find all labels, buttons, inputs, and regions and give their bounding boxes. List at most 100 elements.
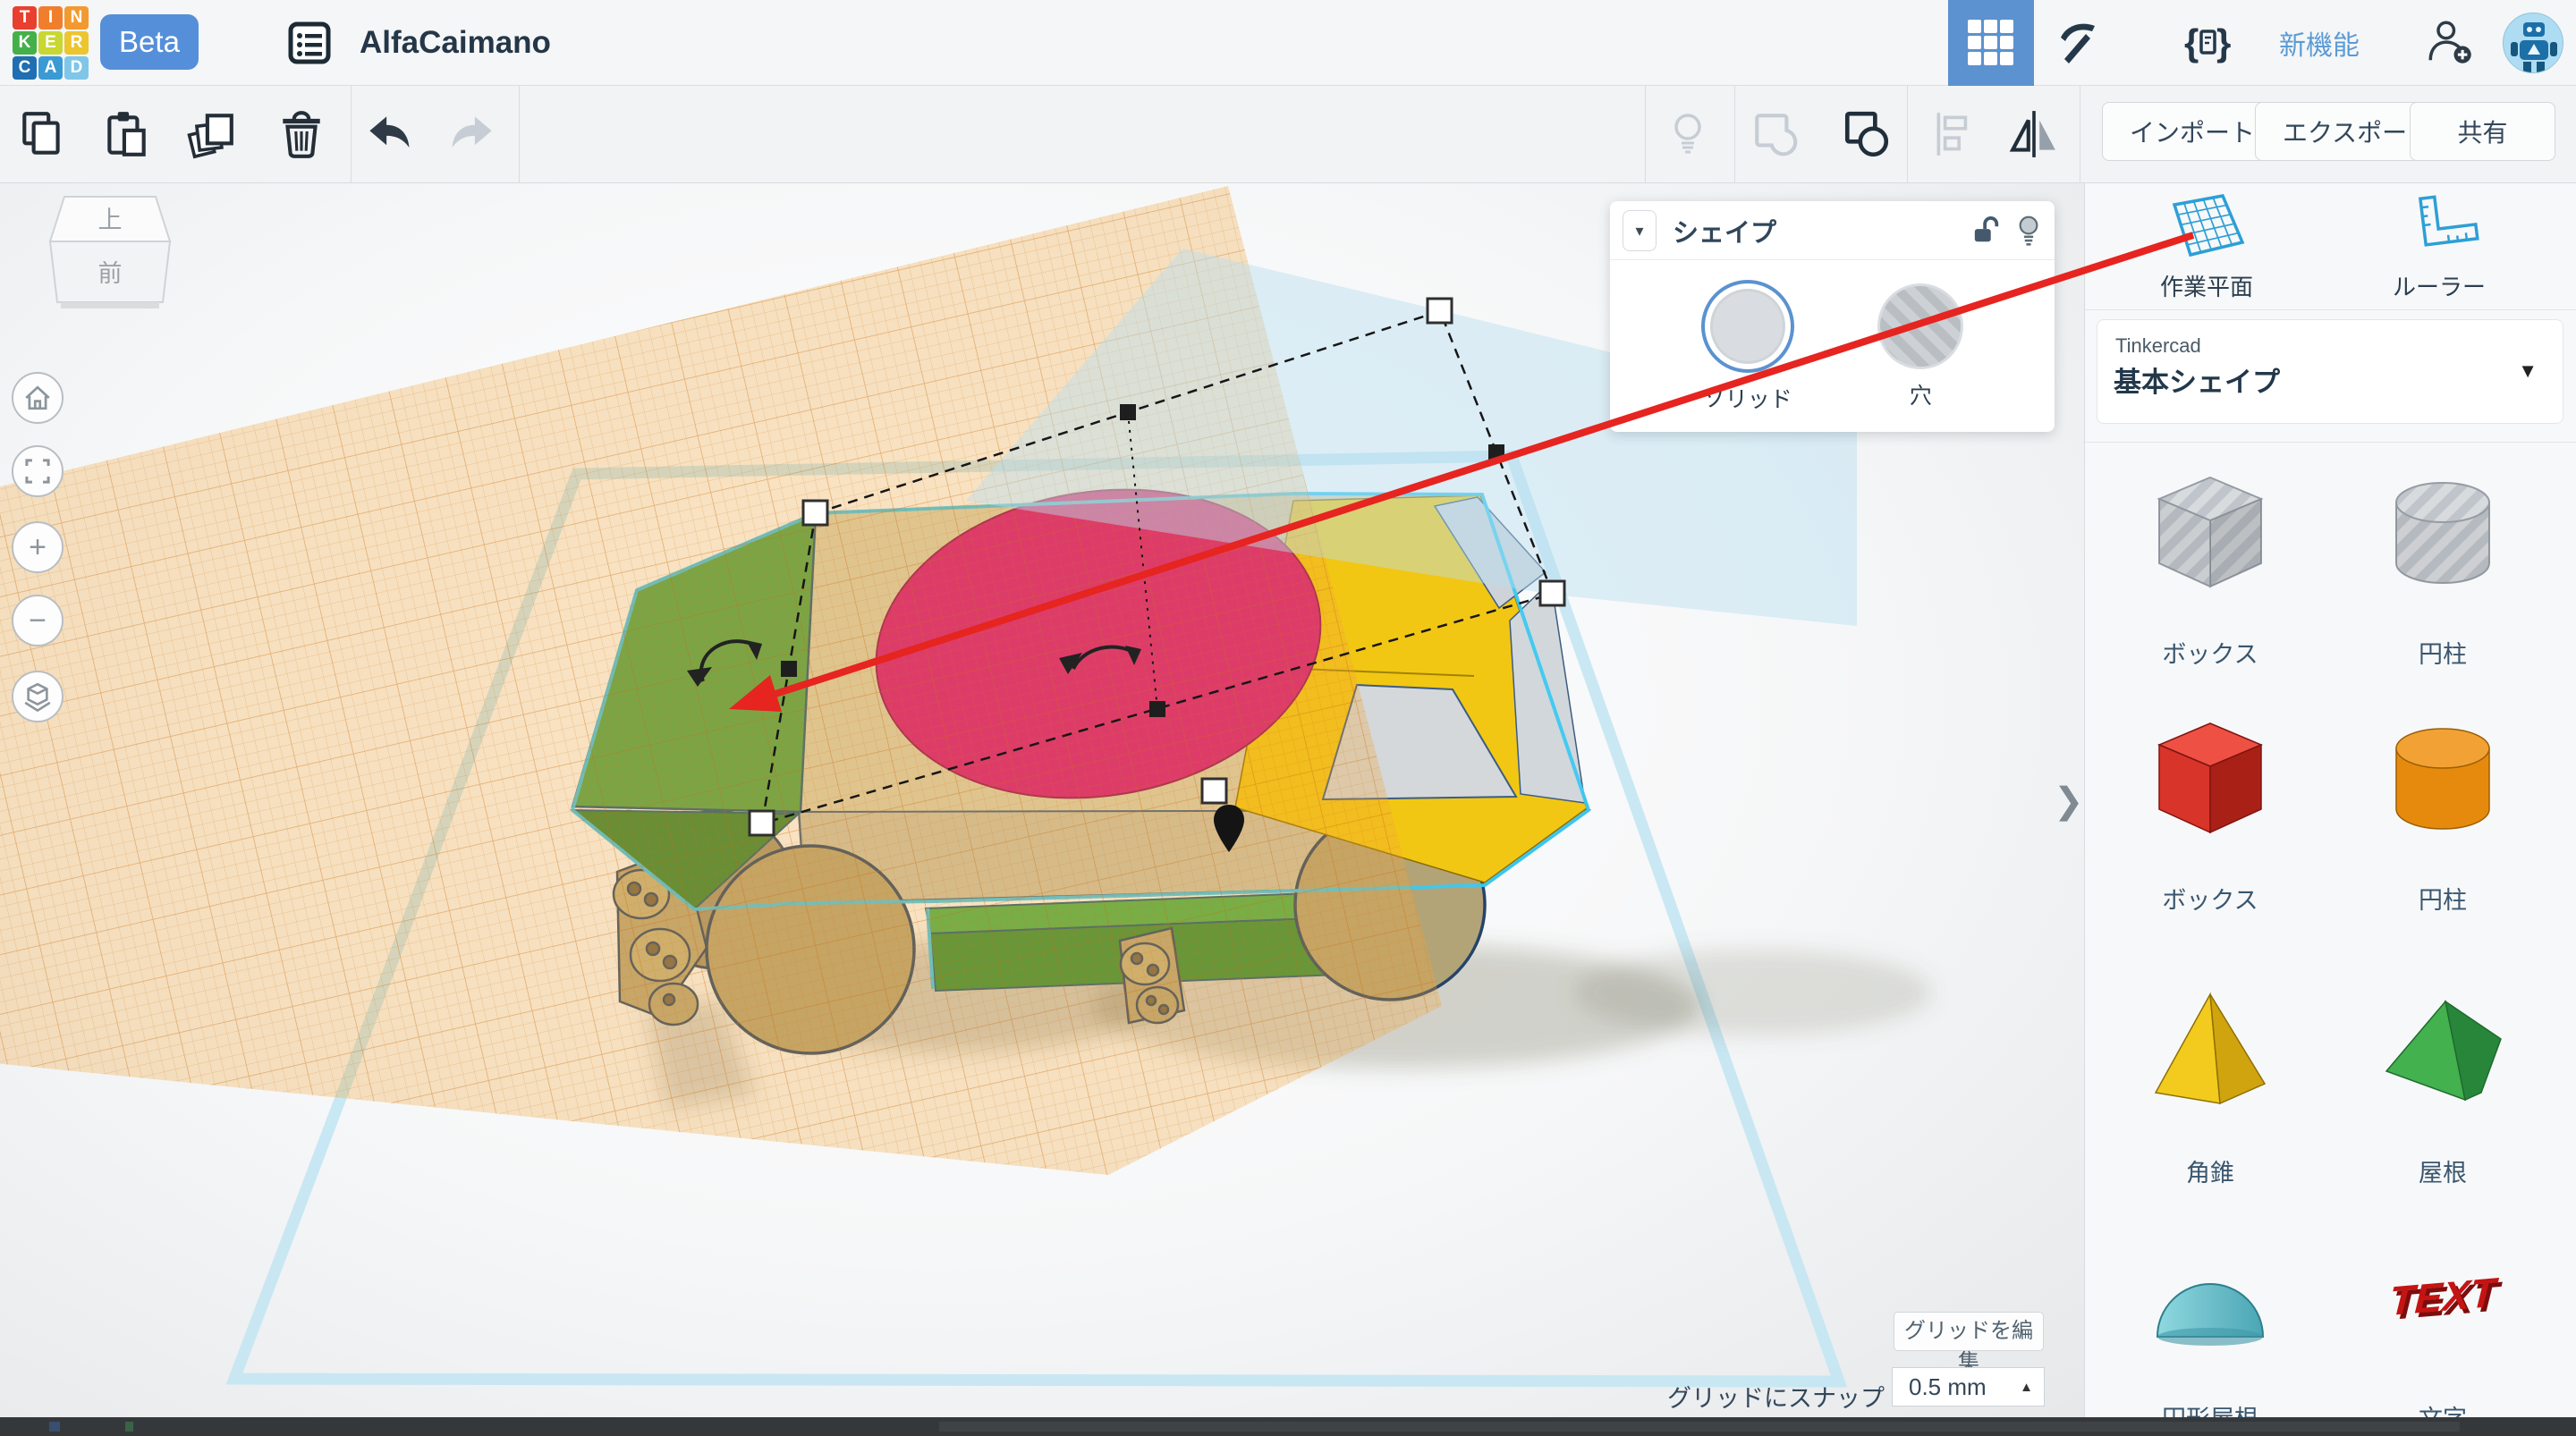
library-brand: Tinkercad bbox=[2115, 334, 2201, 358]
home-view-button[interactable] bbox=[12, 372, 64, 424]
shape-panel-header: ▾ シェイプ bbox=[1610, 201, 2055, 260]
sidebar-collapse-chevron[interactable]: ❯ bbox=[2054, 781, 2084, 822]
group-icon bbox=[1750, 108, 1802, 160]
visibility-bulb-icon[interactable] bbox=[2017, 215, 2040, 246]
grid-icon bbox=[1962, 14, 2020, 72]
design-canvas[interactable]: 上 前 + − ▾ シェイプ bbox=[0, 183, 2084, 1417]
collapse-panel-button[interactable]: ▾ bbox=[1623, 210, 1657, 251]
background-window-fragment bbox=[49, 1422, 60, 1432]
shape-label: 角錐 bbox=[2186, 1153, 2234, 1188]
pickaxe-icon bbox=[2052, 18, 2102, 68]
redo-button[interactable] bbox=[445, 106, 502, 163]
duplicate-icon bbox=[185, 108, 237, 160]
unlock-icon[interactable] bbox=[1972, 216, 2001, 245]
redo-icon bbox=[446, 109, 500, 159]
snap-grid-label: グリッドにスナップ bbox=[1619, 1379, 1885, 1414]
zoom-in-button[interactable]: + bbox=[12, 521, 64, 573]
duplicate-button[interactable] bbox=[182, 106, 240, 163]
toolbar-divider bbox=[1645, 86, 1646, 183]
svg-text:}: } bbox=[2216, 21, 2231, 63]
fit-view-icon bbox=[21, 454, 55, 488]
shape-label: 円柱 bbox=[2419, 635, 2467, 670]
design-menu-icon[interactable] bbox=[284, 18, 335, 68]
shape-item-roof[interactable]: 屋根 bbox=[2344, 984, 2541, 1207]
logo-letter: K bbox=[13, 31, 37, 55]
roof-icon bbox=[2376, 984, 2510, 1118]
shape-item-hole-cylinder[interactable]: 円柱 bbox=[2344, 465, 2541, 688]
user-avatar[interactable] bbox=[2503, 13, 2563, 73]
group-button[interactable] bbox=[1748, 106, 1805, 163]
shape-item-text[interactable]: TEXT 文字 bbox=[2344, 1229, 2541, 1436]
zoom-out-button[interactable]: − bbox=[12, 595, 64, 646]
shapes-sidebar: 作業平面 ルーラー Tinkercad 基本シェイプ ▼ bbox=[2084, 183, 2576, 1417]
lightbulb-icon bbox=[1665, 109, 1711, 159]
solid-option[interactable]: ソリッド bbox=[1701, 280, 1794, 414]
view-cube-front-label: 前 bbox=[98, 260, 123, 287]
ruler-icon bbox=[2396, 189, 2482, 264]
sidebar-divider bbox=[2085, 442, 2576, 443]
flip-button[interactable] bbox=[2005, 106, 2063, 163]
mirror-icon bbox=[2008, 108, 2060, 160]
delete-button[interactable] bbox=[273, 106, 330, 163]
copy-button[interactable] bbox=[14, 106, 72, 163]
toolbar-divider bbox=[1907, 86, 1908, 183]
design-title[interactable]: AlfaCaimano bbox=[360, 0, 551, 86]
hole-swatch bbox=[1877, 283, 1963, 369]
codeblocks-button[interactable]: { } bbox=[2182, 18, 2233, 68]
shape-item-hole-box[interactable]: ボックス bbox=[2112, 465, 2309, 688]
workplane-tool[interactable]: 作業平面 bbox=[2121, 189, 2292, 307]
toolbar-divider bbox=[351, 86, 352, 183]
align-icon bbox=[1929, 108, 1981, 160]
shape-item-cylinder[interactable]: 円柱 bbox=[2344, 711, 2541, 934]
home-icon bbox=[20, 380, 55, 416]
shape-item-box[interactable]: ボックス bbox=[2112, 711, 2309, 934]
dashboard-grid-button[interactable] bbox=[1948, 0, 2034, 86]
workplane-label: 作業平面 bbox=[2160, 269, 2253, 302]
background-window-fragment bbox=[939, 1422, 2460, 1432]
round-roof-icon bbox=[2143, 1229, 2277, 1364]
sidebar-divider bbox=[2085, 309, 2576, 310]
shape-library-select[interactable]: Tinkercad 基本シェイプ ▼ bbox=[2097, 319, 2563, 424]
hole-box-icon bbox=[2143, 465, 2277, 599]
shape-inspector-panel: ▾ シェイプ ソ bbox=[1610, 201, 2055, 432]
chevron-up-icon: ▲ bbox=[2020, 1380, 2033, 1395]
fit-view-button[interactable] bbox=[12, 445, 64, 497]
code-braces-icon: { } bbox=[2182, 18, 2233, 68]
show-all-button[interactable] bbox=[1659, 106, 1716, 163]
logo-letter: T bbox=[13, 6, 37, 30]
background-window-strip bbox=[0, 1417, 2576, 1436]
person-add-icon bbox=[2426, 16, 2476, 70]
minecraft-export-button[interactable] bbox=[2052, 18, 2102, 68]
hole-option[interactable]: 穴 bbox=[1877, 280, 1963, 414]
shape-label: 円柱 bbox=[2419, 881, 2467, 916]
align-button[interactable] bbox=[1927, 106, 1984, 163]
share-button[interactable]: 共有 bbox=[2410, 102, 2555, 161]
perspective-toggle-button[interactable] bbox=[12, 671, 64, 722]
svg-text:{: { bbox=[2184, 21, 2199, 63]
undo-button[interactable] bbox=[360, 106, 417, 163]
shape-panel-title: シェイプ bbox=[1673, 212, 1776, 249]
invite-user-button[interactable] bbox=[2426, 18, 2476, 68]
logo-letter: A bbox=[38, 56, 63, 80]
tinkercad-logo[interactable]: T I N K E R C A D bbox=[13, 6, 95, 81]
edit-grid-button[interactable]: グリッドを編集 bbox=[1894, 1312, 2044, 1351]
new-features-link[interactable]: 新機能 bbox=[2279, 0, 2360, 86]
logo-letter: N bbox=[64, 6, 89, 30]
snap-grid-value: 0.5 mm bbox=[1909, 1373, 1987, 1401]
ungroup-button[interactable] bbox=[1837, 106, 1894, 163]
shape-item-round-roof[interactable]: 円形屋根 bbox=[2112, 1229, 2309, 1436]
beta-badge[interactable]: Beta bbox=[100, 14, 199, 70]
cylinder-icon bbox=[2376, 711, 2510, 845]
app-header: T I N K E R C A D Beta AlfaCaimano bbox=[0, 0, 2576, 86]
logo-letter: I bbox=[38, 6, 63, 30]
toolbar-divider bbox=[1734, 86, 1735, 183]
view-cube[interactable]: 上 前 bbox=[32, 188, 193, 326]
undo-icon bbox=[361, 109, 415, 159]
ruler-label: ルーラー bbox=[2393, 269, 2486, 302]
ruler-tool[interactable]: ルーラー bbox=[2353, 189, 2525, 307]
paste-button[interactable] bbox=[97, 106, 155, 163]
snap-grid-select[interactable]: 0.5 mm ▲ bbox=[1892, 1367, 2045, 1406]
background-window-fragment bbox=[125, 1422, 133, 1432]
shape-item-pyramid[interactable]: 角錐 bbox=[2112, 984, 2309, 1207]
hole-label: 穴 bbox=[1910, 378, 1932, 410]
